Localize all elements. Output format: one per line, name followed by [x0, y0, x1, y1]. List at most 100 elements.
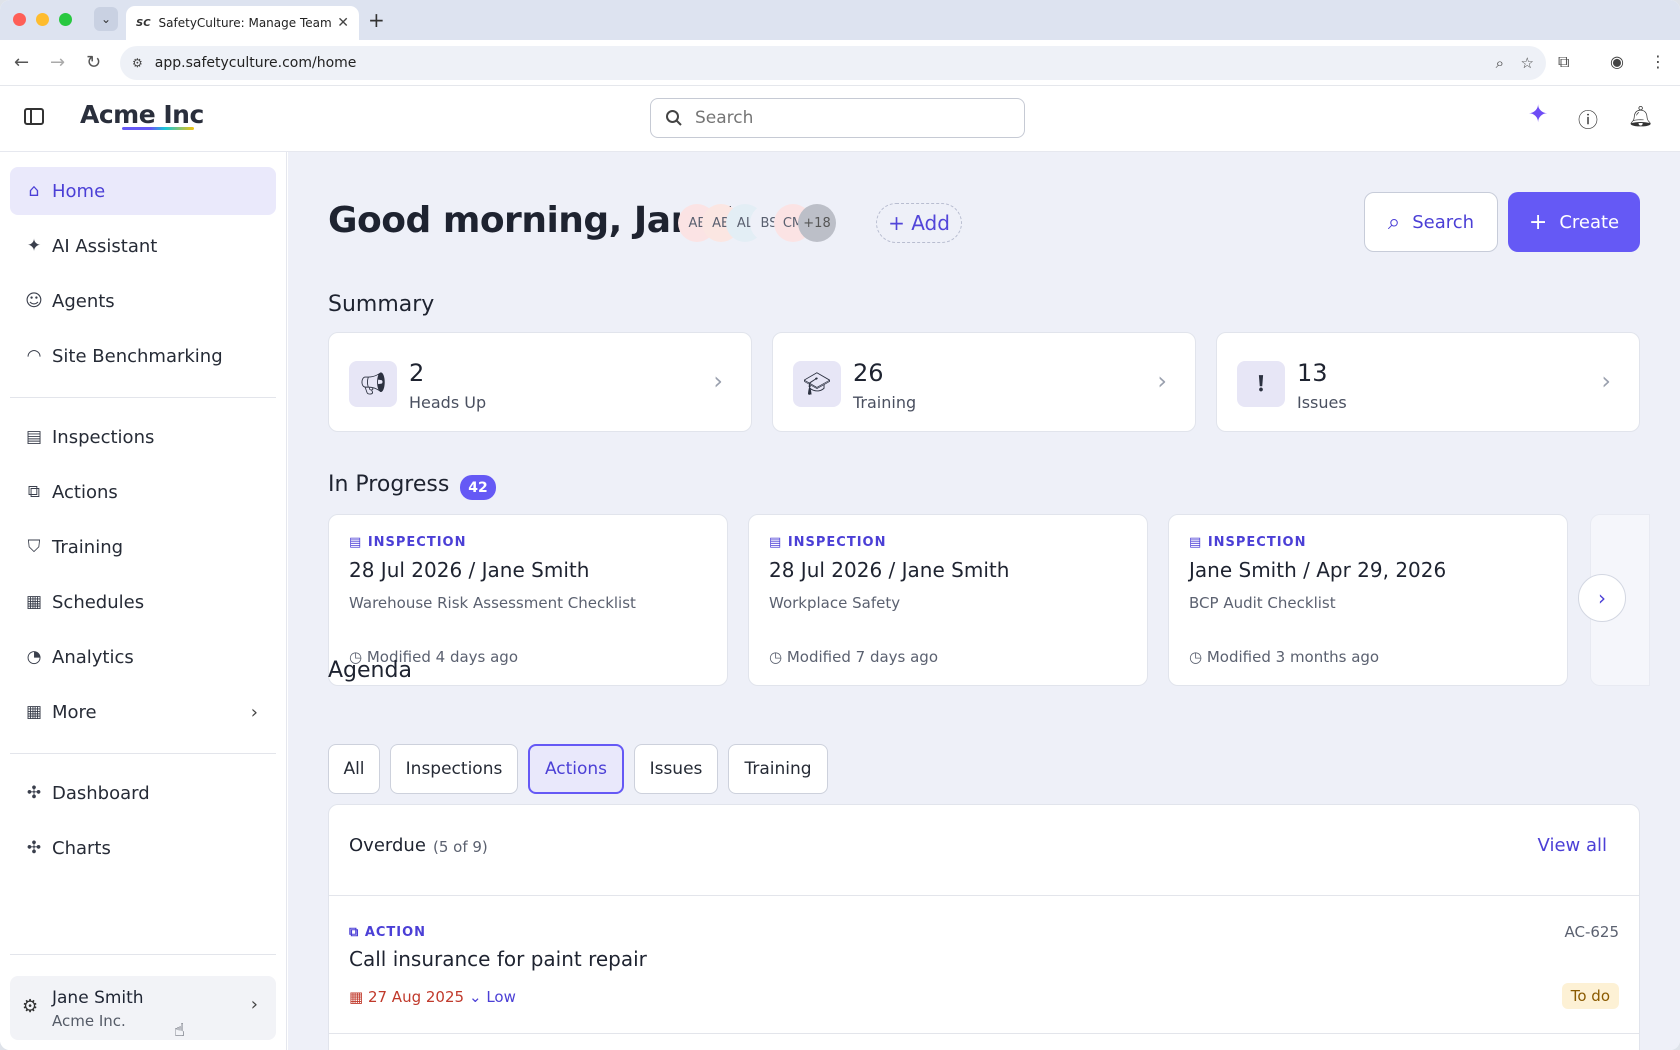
notification-bell-icon[interactable]: 🔔︎: [1628, 104, 1653, 128]
logo-underline: [122, 127, 194, 130]
zoom-icon[interactable]: ⌕: [1496, 46, 1504, 80]
agenda-filter-actions[interactable]: Actions: [528, 744, 624, 794]
address-bar[interactable]: ⚙ app.safetyculture.com/home ⌕ ☆: [120, 46, 1546, 80]
search-button-label: Search: [1412, 211, 1475, 233]
browser-toolbar: ← → ↻ ⚙ app.safetyculture.com/home ⌕ ☆ ⧉…: [0, 40, 1680, 86]
create-button-label: Create: [1559, 211, 1620, 233]
agenda-filter-training[interactable]: Training: [728, 744, 828, 794]
search-button[interactable]: ⌕ Search: [1364, 192, 1498, 252]
sidebar-item-home[interactable]: ⌂ Home: [10, 167, 276, 215]
add-team-member-button[interactable]: + Add: [876, 203, 962, 243]
agenda-filter-inspections[interactable]: Inspections: [390, 744, 518, 794]
summary-label: Heads Up: [409, 393, 487, 412]
sidebar-item-actions[interactable]: ⧉ Actions: [10, 468, 276, 516]
tab-list-chevron-icon[interactable]: ⌄: [94, 7, 118, 31]
sidebar-item-label: AI Assistant: [52, 235, 158, 257]
sidebar-item-analytics[interactable]: ◔ Analytics: [10, 633, 276, 681]
status-badge: To do: [1561, 983, 1619, 1009]
bookmark-star-icon[interactable]: ☆: [1521, 46, 1534, 80]
card-subtitle: BCP Audit Checklist: [1189, 594, 1336, 612]
search-icon: [666, 110, 682, 126]
sidebar-item-more[interactable]: ▦ More ›: [10, 688, 276, 736]
action-title[interactable]: Call insurance for paint repair: [349, 947, 647, 971]
sidebar-item-ai-assistant[interactable]: ✦ AI Assistant: [10, 222, 276, 270]
back-arrow-icon[interactable]: ←: [14, 52, 29, 73]
action-due-date: ▦ 27 Aug 2025: [349, 988, 465, 1006]
puzzle-icon: ✣: [26, 838, 42, 858]
sidebar-item-inspections[interactable]: ▤ Inspections: [10, 413, 276, 461]
inspection-type-label: ▤ INSPECTION: [349, 535, 467, 550]
company-logo[interactable]: Acme Inc: [80, 100, 204, 129]
maximize-window-button[interactable]: [59, 13, 72, 26]
browser-tab-bar: ⌄ SC SafetyCulture: Manage Teams ✕ +: [0, 0, 1680, 40]
user-profile-menu[interactable]: ⚙ Jane Smith Acme Inc. ›: [10, 976, 276, 1040]
agenda-filter-all[interactable]: All: [328, 744, 380, 794]
minimize-window-button[interactable]: [36, 13, 49, 26]
browser-tab[interactable]: SC SafetyCulture: Manage Teams ✕: [126, 6, 359, 40]
carousel-next-button[interactable]: ›: [1578, 574, 1626, 622]
close-tab-icon[interactable]: ✕: [337, 15, 349, 31]
in-progress-count-badge: 42: [460, 475, 496, 500]
url-text[interactable]: app.safetyculture.com/home: [155, 55, 357, 71]
avatar-overflow-count[interactable]: +18: [798, 204, 836, 242]
close-window-button[interactable]: [13, 13, 26, 26]
sidebar-item-label: Actions: [52, 481, 118, 503]
new-tab-icon[interactable]: +: [368, 8, 385, 32]
app-header: Acme Inc ✦ ⓘ 🔔︎: [0, 86, 1680, 152]
action-id: AC-625: [1564, 923, 1619, 941]
sidebar-divider: [10, 954, 276, 955]
help-icon[interactable]: ⓘ: [1578, 104, 1598, 133]
summary-heading: Summary: [328, 292, 435, 317]
overdue-title: Overdue: [349, 835, 426, 856]
robot-icon: ☺: [25, 291, 43, 311]
profile-icon[interactable]: ◉: [1610, 52, 1624, 71]
gear-icon: ⚙: [22, 996, 39, 1017]
view-all-link[interactable]: View all: [1538, 835, 1607, 856]
in-progress-card[interactable]: ▤ INSPECTION Jane Smith / Apr 29, 2026 B…: [1168, 514, 1568, 686]
sidebar-item-dashboard[interactable]: ✣ Dashboard: [10, 769, 276, 817]
sidebar-toggle-icon[interactable]: [24, 108, 44, 125]
site-info-icon[interactable]: ⚙: [132, 56, 143, 70]
sidebar-item-schedules[interactable]: ▦ Schedules: [10, 578, 276, 626]
summary-card-training[interactable]: 🎓︎ 26 Training ›: [772, 332, 1196, 432]
summary-count: 13: [1297, 359, 1328, 387]
ai-sparkle-icon[interactable]: ✦: [1528, 100, 1548, 128]
summary-card-heads-up[interactable]: 📢︎ 2 Heads Up ›: [328, 332, 752, 432]
clipboard-icon: ▤: [25, 427, 43, 447]
card-subtitle: Warehouse Risk Assessment Checklist: [349, 594, 636, 612]
graduation-cap-icon: ⛉: [27, 537, 41, 557]
sidebar-item-site-benchmarking[interactable]: ◠ Site Benchmarking: [10, 332, 276, 380]
sidebar-item-label: Home: [52, 180, 106, 202]
in-progress-heading: In Progress: [328, 472, 450, 497]
summary-card-issues[interactable]: ❗︎ 13 Issues ›: [1216, 332, 1640, 432]
sidebar-item-label: Site Benchmarking: [52, 345, 223, 367]
global-search[interactable]: [650, 98, 1025, 138]
chevron-right-icon: ›: [250, 701, 258, 723]
chevron-right-icon: ›: [250, 994, 258, 1015]
in-progress-card[interactable]: ▤ INSPECTION 28 Jul 2026 / Jane Smith Wo…: [748, 514, 1148, 686]
greeting-heading: Good morning, Jane!: [328, 200, 736, 241]
sidebar-item-training[interactable]: ⛉ Training: [10, 523, 276, 571]
sidebar-divider: [10, 397, 276, 398]
calendar-icon: ▦: [25, 592, 43, 612]
sidebar-item-label: Charts: [52, 837, 111, 859]
sidebar-item-agents[interactable]: ☺ Agents: [10, 277, 276, 325]
extensions-icon[interactable]: ⧉: [1558, 52, 1569, 72]
inspection-type-label: ▤ INSPECTION: [769, 535, 887, 550]
reload-icon[interactable]: ↻: [86, 52, 101, 73]
alert-bubble-icon: ❗︎: [1237, 361, 1285, 407]
card-title: 28 Jul 2026 / Jane Smith: [349, 558, 590, 582]
browser-menu-icon[interactable]: ⋮: [1650, 52, 1666, 71]
sidebar-item-label: Analytics: [52, 646, 134, 668]
chevron-right-icon: ›: [1601, 367, 1611, 395]
forward-arrow-icon[interactable]: →: [50, 52, 65, 73]
sidebar-item-charts[interactable]: ✣ Charts: [10, 824, 276, 872]
sidebar-divider: [10, 753, 276, 754]
create-button[interactable]: + Create: [1508, 192, 1640, 252]
agenda-filter-issues[interactable]: Issues: [634, 744, 718, 794]
grid-icon: ▦: [25, 702, 43, 722]
sidebar-item-label: Training: [52, 536, 124, 558]
summary-label: Issues: [1297, 393, 1347, 412]
search-input[interactable]: [695, 108, 995, 128]
mouse-cursor-icon: ☝: [174, 1020, 185, 1041]
